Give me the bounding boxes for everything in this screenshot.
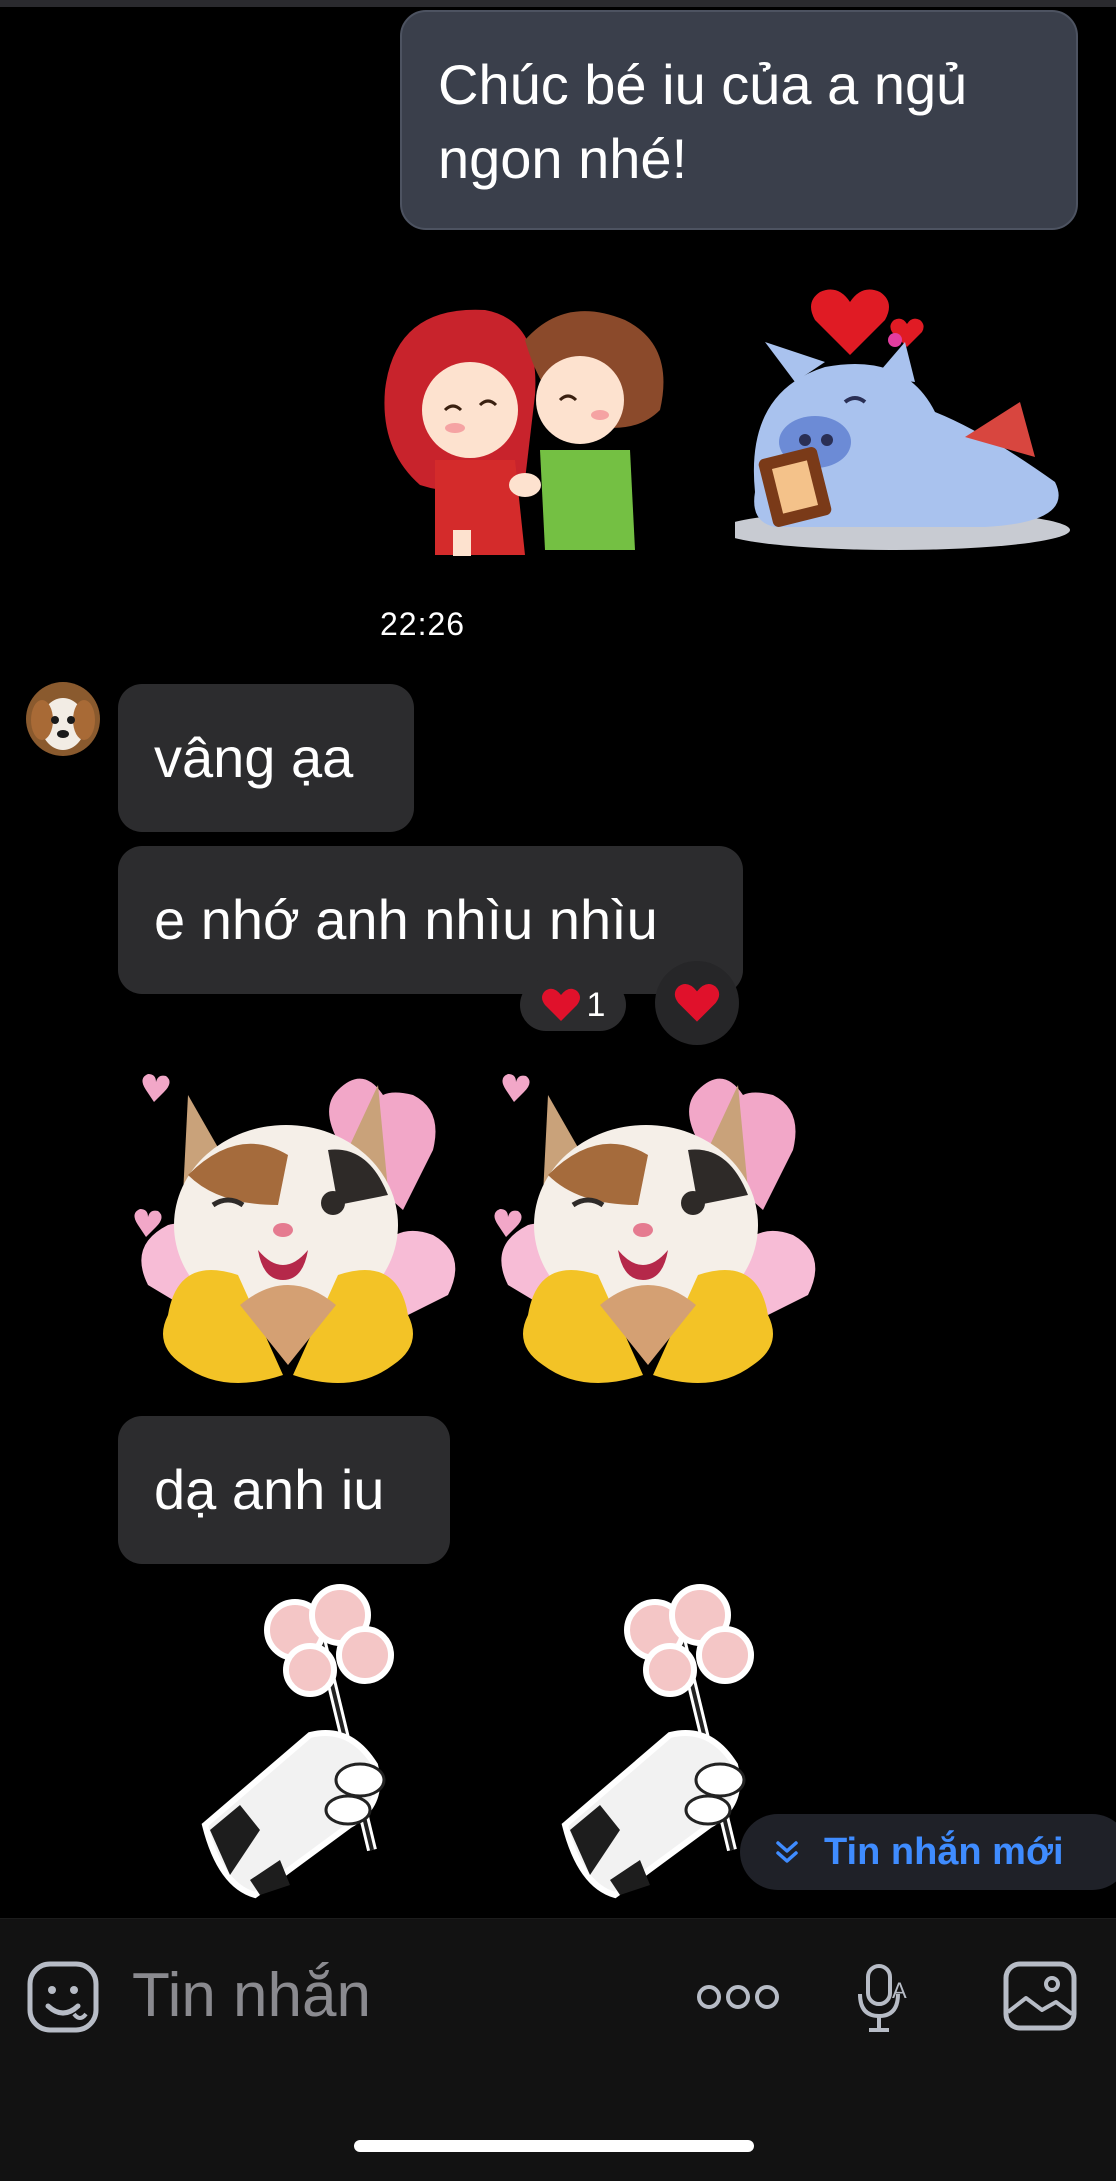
incoming-message-text: dạ anh iu [154, 1458, 385, 1521]
kissing-couple-sticker[interactable] [375, 300, 715, 560]
image-gallery-icon[interactable] [1002, 1960, 1078, 2032]
heart-reaction-count[interactable]: 1 [520, 979, 626, 1031]
incoming-message-bubble[interactable]: vâng ạa [118, 684, 414, 832]
paw-holding-flower-sticker[interactable] [200, 1575, 440, 1905]
winking-cat-heart-hands-sticker[interactable] [128, 1055, 464, 1395]
new-messages-label: Tin nhắn mới [824, 1830, 1064, 1873]
message-input[interactable]: Tin nhắn [132, 1960, 371, 2031]
reaction-count: 1 [586, 985, 606, 1024]
home-indicator[interactable] [354, 2140, 754, 2152]
outgoing-message-text: Chúc bé iu của a ngủ ngon nhé! [438, 53, 968, 190]
new-messages-button[interactable]: Tin nhắn mới [740, 1814, 1116, 1890]
incoming-message-bubble[interactable]: dạ anh iu [118, 1416, 450, 1564]
sticker-smiley-icon[interactable] [26, 1960, 100, 2034]
incoming-message-text: vâng ạa [154, 726, 354, 789]
heart-icon [674, 984, 720, 1022]
outgoing-message-bubble[interactable]: Chúc bé iu của a ngủ ngon nhé! [400, 10, 1078, 230]
winking-cat-heart-hands-sticker[interactable] [488, 1055, 824, 1395]
incoming-message-text: e nhớ anh nhìu nhìu [154, 888, 658, 951]
double-chevron-down-icon [776, 1841, 798, 1863]
more-dots-icon[interactable] [696, 1982, 780, 2012]
message-timestamp: 22:26 [380, 606, 466, 642]
voice-to-text-icon[interactable]: A [854, 1962, 914, 2036]
heart-icon [541, 988, 580, 1021]
contact-avatar[interactable] [26, 682, 100, 756]
status-divider [0, 0, 1116, 7]
svg-text:A: A [892, 1978, 907, 2003]
add-reaction-button[interactable] [655, 961, 739, 1045]
sleeping-dragon-sticker[interactable] [735, 282, 1085, 552]
incoming-message-bubble[interactable]: e nhớ anh nhìu nhìu [118, 846, 743, 994]
